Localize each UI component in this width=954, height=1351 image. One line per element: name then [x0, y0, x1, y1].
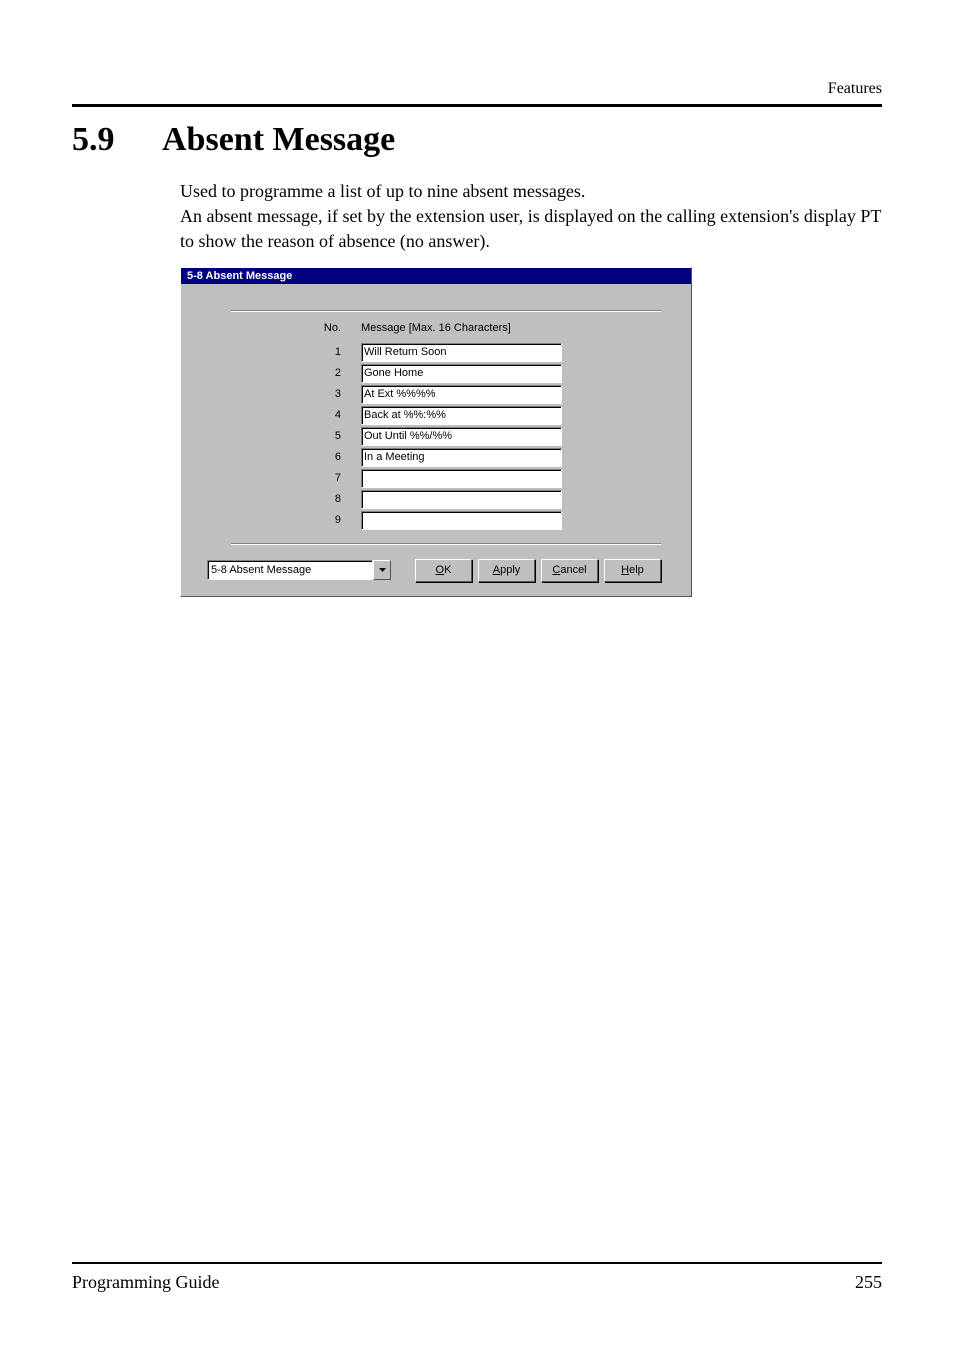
header-rule	[72, 104, 882, 107]
bevel-line	[231, 310, 661, 312]
footer-rule	[72, 1262, 882, 1264]
row-number: 3	[231, 388, 361, 400]
column-no-header: No.	[231, 322, 361, 334]
message-input-7[interactable]	[361, 469, 562, 488]
message-row: 5 Out Until %%/%%	[231, 426, 661, 447]
section-title-row: 5.9 Absent Message	[72, 121, 882, 159]
message-row: 8	[231, 489, 661, 510]
page-footer: Programming Guide 255	[72, 1262, 882, 1293]
message-input-1[interactable]: Will Return Soon	[361, 343, 562, 362]
message-input-3[interactable]: At Ext %%%%	[361, 385, 562, 404]
window-title-bar: 5-8 Absent Message	[181, 268, 691, 284]
message-row: 3 At Ext %%%%	[231, 384, 661, 405]
row-number: 1	[231, 346, 361, 358]
absent-message-window: 5-8 Absent Message No. Message [Max. 16 …	[180, 267, 692, 597]
section-title: Absent Message	[162, 121, 395, 159]
row-number: 5	[231, 430, 361, 442]
row-number: 4	[231, 409, 361, 421]
footer-left: Programming Guide	[72, 1272, 219, 1293]
body-text: Used to programme a list of up to nine a…	[180, 179, 882, 255]
apply-button[interactable]: Apply	[478, 559, 535, 582]
message-input-9[interactable]	[361, 511, 562, 530]
help-button[interactable]: Help	[604, 559, 661, 582]
message-input-2[interactable]: Gone Home	[361, 364, 562, 383]
message-row: 9	[231, 510, 661, 531]
paragraph-2: An absent message, if set by the extensi…	[180, 206, 881, 251]
row-number: 6	[231, 451, 361, 463]
row-number: 8	[231, 493, 361, 505]
message-row: 1 Will Return Soon	[231, 342, 661, 363]
row-number: 7	[231, 472, 361, 484]
message-row: 4 Back at %%:%%	[231, 405, 661, 426]
section-number: 5.9	[72, 121, 162, 159]
column-message-header: Message [Max. 16 Characters]	[361, 322, 661, 334]
row-number: 2	[231, 367, 361, 379]
chevron-down-icon[interactable]	[373, 560, 391, 580]
message-input-6[interactable]: In a Meeting	[361, 448, 562, 467]
message-row: 6 In a Meeting	[231, 447, 661, 468]
message-input-8[interactable]	[361, 490, 562, 509]
bevel-line	[231, 543, 661, 545]
paragraph-1: Used to programme a list of up to nine a…	[180, 181, 585, 201]
message-input-5[interactable]: Out Until %%/%%	[361, 427, 562, 446]
page-number: 255	[855, 1272, 882, 1293]
column-headers: No. Message [Max. 16 Characters]	[201, 322, 661, 334]
row-number: 9	[231, 514, 361, 526]
page-header-category: Features	[72, 80, 882, 98]
ok-button[interactable]: OK	[415, 559, 472, 582]
message-input-4[interactable]: Back at %%:%%	[361, 406, 562, 425]
bottom-bar: 5-8 Absent Message OK Apply C	[201, 559, 661, 588]
message-rows: 1 Will Return Soon 2 Gone Home 3 At Ext …	[201, 342, 661, 531]
cancel-button[interactable]: Cancel	[541, 559, 598, 582]
combo-value: 5-8 Absent Message	[207, 560, 373, 580]
message-row: 2 Gone Home	[231, 363, 661, 384]
screen-select-combo[interactable]: 5-8 Absent Message	[207, 560, 391, 580]
message-row: 7	[231, 468, 661, 489]
